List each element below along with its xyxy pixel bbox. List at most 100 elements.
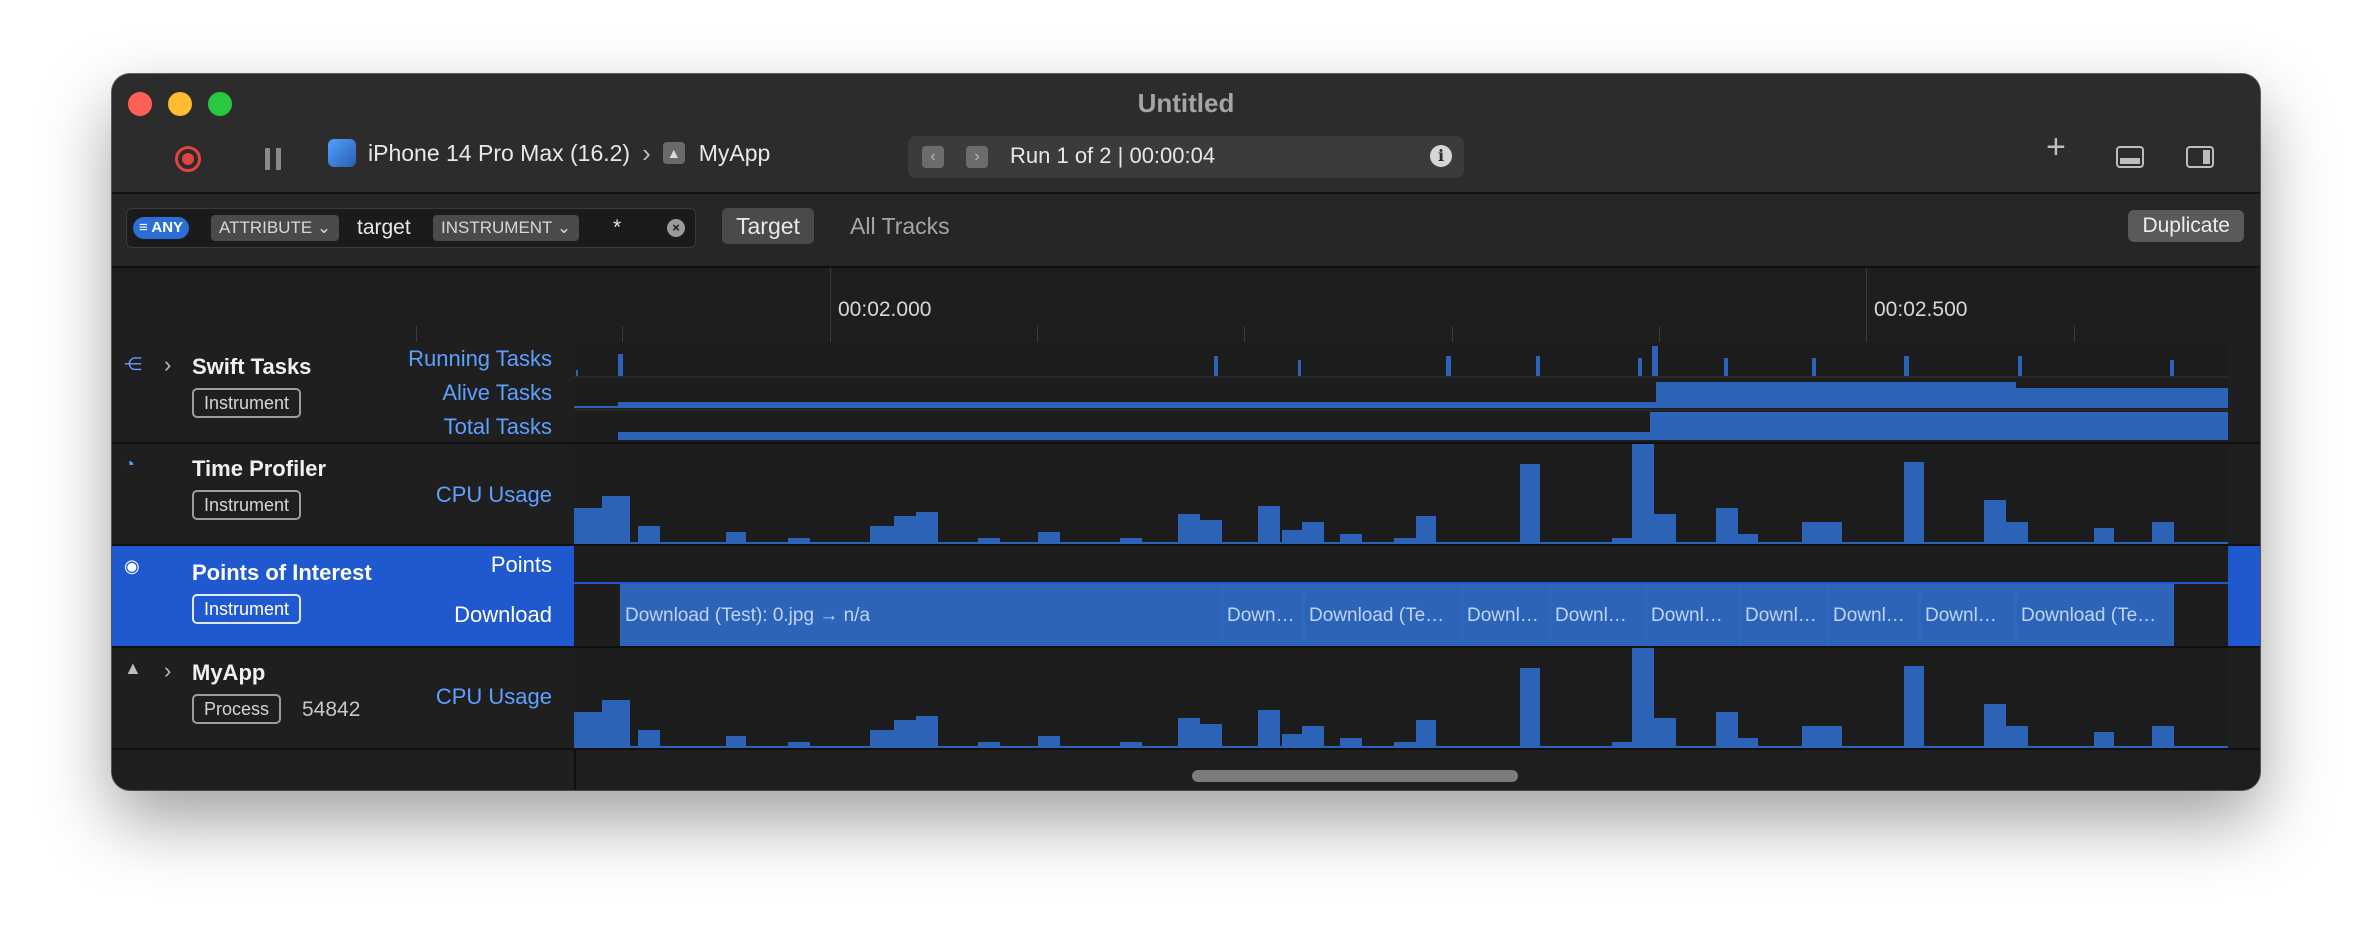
- cpu-usage-bar: [1654, 514, 1676, 544]
- cpu-usage-bar: [1340, 534, 1362, 544]
- toggle-bottom-panel-icon[interactable]: [2116, 146, 2144, 168]
- lane-label-alive-tasks: Alive Tasks: [442, 380, 552, 405]
- download-region[interactable]: Downl…: [1462, 584, 1550, 646]
- process-badge: Process: [192, 694, 282, 724]
- device-name: iPhone 14 Pro Max (16.2): [368, 139, 631, 166]
- points-lane[interactable]: [574, 546, 2228, 582]
- cpu-usage-bar: [1632, 648, 1654, 748]
- ruler-minor-tick: [1452, 326, 1453, 342]
- attribute-token-label: ATTRIBUTE: [219, 218, 313, 237]
- cpu-usage-bar: [2152, 522, 2174, 544]
- record-button[interactable]: [168, 144, 208, 174]
- download-region[interactable]: Downl…: [1828, 584, 1920, 646]
- process-cpu-usage-graph[interactable]: [574, 648, 2228, 748]
- chevron-down-icon: ⌄: [316, 218, 332, 237]
- instruments-window: Untitled iPhone 14 Pro Max (16.2) › ▲ My…: [112, 74, 2260, 790]
- cpu-usage-bar: [894, 720, 916, 748]
- scope-target-button[interactable]: Target: [722, 208, 814, 244]
- app-process-icon: ▲: [124, 658, 142, 678]
- track-name: Time Profiler: [192, 456, 327, 481]
- cpu-usage-bar: [1904, 666, 1924, 748]
- ruler-minor-tick: [1244, 326, 1245, 342]
- ruler-minor-tick: [1659, 326, 1660, 342]
- track-name: Points of Interest: [192, 560, 372, 585]
- cpu-usage-bar: [1738, 738, 1758, 748]
- cpu-usage-bar: [2094, 732, 2114, 748]
- download-region[interactable]: Downl…: [1740, 584, 1828, 646]
- target-selector[interactable]: iPhone 14 Pro Max (16.2) › ▲ MyApp: [328, 138, 770, 168]
- cpu-usage-bar: [638, 730, 660, 748]
- lane-label-total-tasks: Total Tasks: [443, 414, 552, 439]
- cpu-usage-bar: [1416, 516, 1436, 544]
- swift-tasks-icon: ⋲: [124, 354, 142, 374]
- cpu-usage-bar: [1282, 734, 1304, 748]
- cpu-usage-bar: [1416, 720, 1436, 748]
- track-points-of-interest[interactable]: ◉ Points of Interest Instrument Points D…: [112, 546, 2260, 648]
- track-label-points-of-interest: ◉ Points of Interest Instrument Points D…: [112, 546, 574, 646]
- cpu-usage-bar: [726, 532, 746, 544]
- swift-tasks-graph[interactable]: [574, 342, 2228, 442]
- app-name: MyApp: [698, 139, 771, 166]
- download-region[interactable]: Downl…: [1550, 584, 1646, 646]
- cpu-usage-bar: [2094, 528, 2114, 544]
- clear-filter-icon[interactable]: ×: [667, 219, 685, 237]
- filter-bar: ≡ ANY ATTRIBUTE ⌄ target INSTRUMENT ⌄ * …: [112, 194, 2260, 268]
- download-region[interactable]: Download (Te…: [2016, 584, 2174, 646]
- track-time-profiler[interactable]: ◔ Time Profiler Instrument CPU Usage: [112, 444, 2260, 546]
- app-icon: ▲: [662, 142, 685, 164]
- cpu-usage-bar: [894, 516, 916, 544]
- cpu-usage-bar: [1984, 500, 2006, 544]
- download-region[interactable]: Downl…: [1646, 584, 1740, 646]
- track-name: Swift Tasks: [192, 354, 312, 379]
- disclosure-chevron-icon[interactable]: ›: [164, 658, 171, 684]
- instrument-badge: Instrument: [192, 594, 302, 624]
- instrument-value[interactable]: *: [613, 215, 621, 241]
- cpu-usage-bar: [916, 716, 938, 748]
- cpu-usage-bar: [1340, 738, 1362, 748]
- info-icon[interactable]: i: [1430, 145, 1452, 167]
- filter-field[interactable]: ≡ ANY ATTRIBUTE ⌄ target INSTRUMENT ⌄ * …: [126, 208, 696, 248]
- toggle-inspector-icon[interactable]: [2186, 146, 2214, 168]
- instrument-token[interactable]: INSTRUMENT ⌄: [433, 215, 580, 241]
- cpu-usage-graph[interactable]: [574, 444, 2228, 544]
- lane-label-download: Download: [454, 602, 552, 627]
- cpu-usage-bar: [1738, 534, 1758, 544]
- cpu-usage-bar: [1716, 712, 1738, 748]
- process-id: 54842: [302, 698, 361, 721]
- cpu-usage-bar: [916, 512, 938, 544]
- instrument-badge: Instrument: [192, 490, 302, 520]
- cpu-usage-bar: [1200, 520, 1222, 544]
- attribute-value[interactable]: target: [357, 215, 411, 241]
- cpu-usage-bar: [1904, 462, 1924, 544]
- disclosure-chevron-icon[interactable]: ›: [164, 352, 171, 378]
- time-profiler-icon: ◔: [124, 454, 135, 474]
- download-region[interactable]: Down…: [1222, 584, 1304, 646]
- lane-label-running-tasks: Running Tasks: [408, 346, 552, 371]
- horizontal-scrollbar[interactable]: [1192, 770, 1518, 782]
- add-instrument-button[interactable]: +: [2046, 130, 2066, 164]
- cpu-usage-bar: [1716, 508, 1738, 544]
- scope-all-tracks-button[interactable]: All Tracks: [836, 208, 964, 244]
- download-lane[interactable]: Download (Test): 0.jpg → n/a Down… Downl…: [574, 584, 2228, 646]
- attribute-token[interactable]: ATTRIBUTE ⌄: [211, 215, 340, 241]
- pause-button[interactable]: [256, 144, 290, 174]
- filter-mode-pill[interactable]: ≡ ANY: [133, 217, 190, 239]
- lane-label-cpu-usage: CPU Usage: [435, 684, 552, 709]
- time-ruler[interactable]: 00:02.000 00:02.500: [112, 268, 2260, 344]
- previous-run-button[interactable]: ‹: [922, 146, 944, 168]
- region-label: Downl…: [1651, 605, 1723, 626]
- chevron-right-icon: ›: [642, 137, 651, 168]
- cpu-usage-bar: [1302, 726, 1324, 748]
- track-myapp-process[interactable]: ▲ › MyApp Process 54842 CPU Usage: [112, 648, 2260, 750]
- download-region[interactable]: Download (Te…: [1304, 584, 1462, 646]
- duplicate-button[interactable]: Duplicate: [2128, 210, 2244, 242]
- next-run-button[interactable]: ›: [966, 146, 988, 168]
- download-region[interactable]: Download (Test): 0.jpg → n/a: [620, 584, 1222, 646]
- cpu-usage-bar: [1258, 710, 1280, 748]
- cpu-usage-bar: [1632, 444, 1654, 544]
- ruler-minor-tick: [416, 326, 417, 342]
- download-region[interactable]: Downl…: [1920, 584, 2016, 646]
- track-swift-tasks[interactable]: ⋲ › Swift Tasks Instrument Running Tasks…: [112, 342, 2260, 444]
- cpu-usage-bar: [1178, 514, 1200, 544]
- track-label-time-profiler: ◔ Time Profiler Instrument CPU Usage: [112, 444, 574, 544]
